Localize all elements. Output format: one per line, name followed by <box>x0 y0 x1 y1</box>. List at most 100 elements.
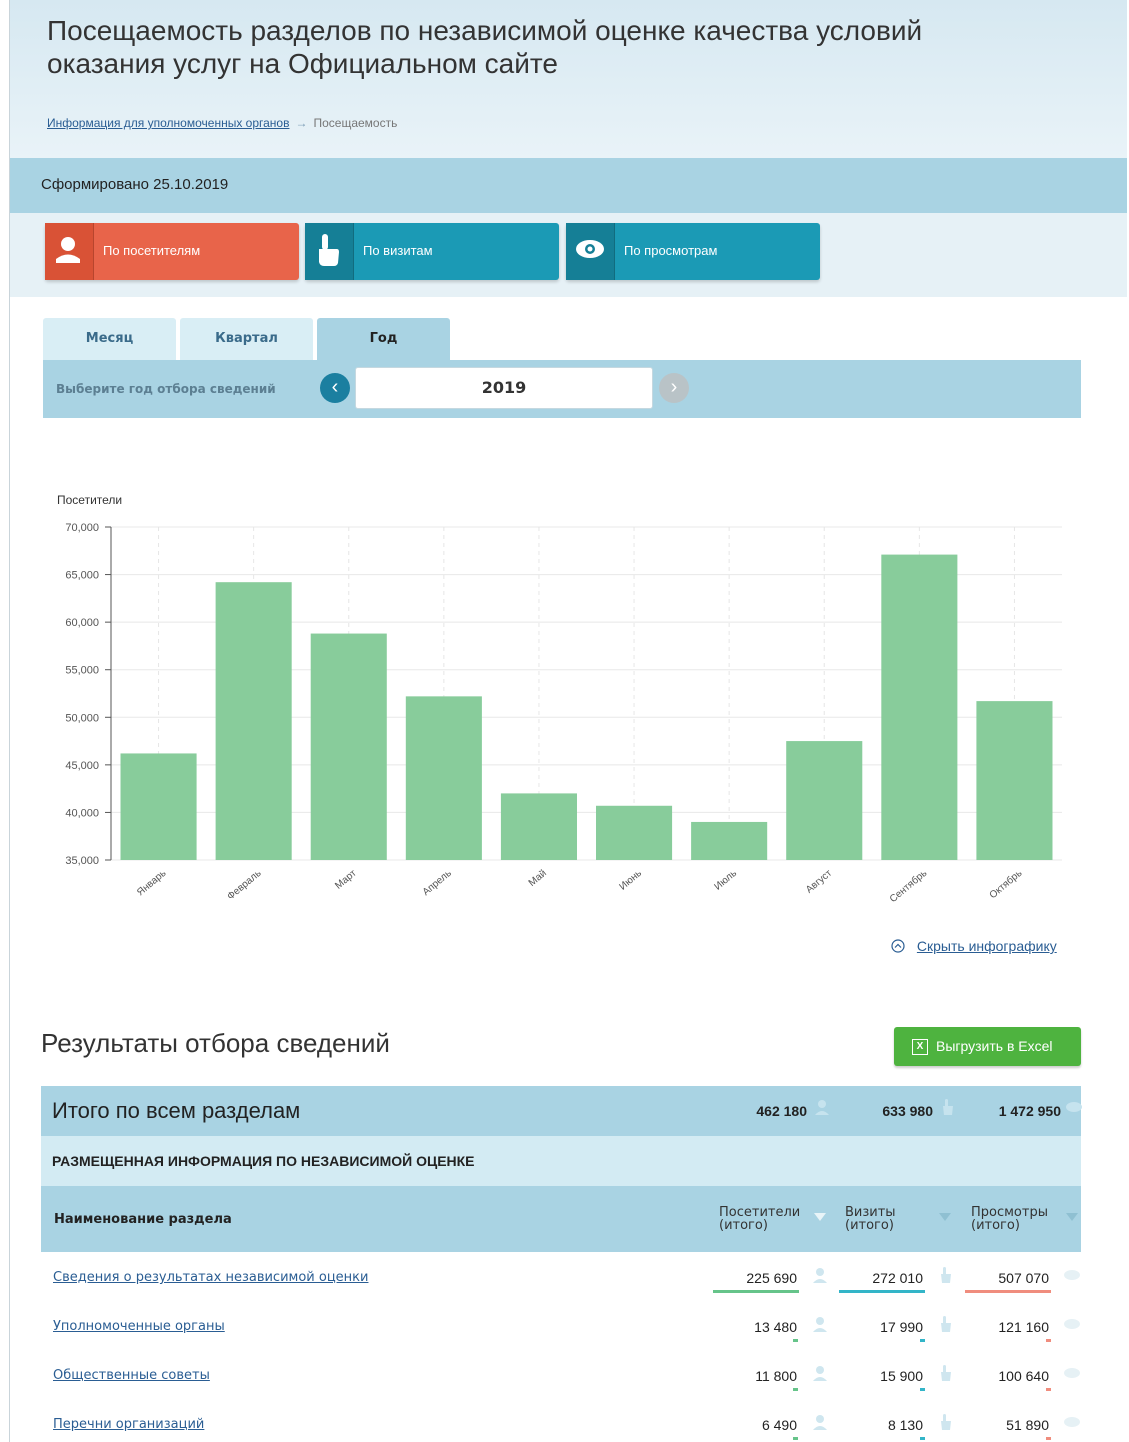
row-visits: 17 990 <box>880 1319 923 1335</box>
chart-bar <box>215 582 292 860</box>
row-visits: 272 010 <box>872 1270 923 1286</box>
page-title: Посещаемость разделов по независимой оце… <box>47 15 923 79</box>
y-tick-label: 45,000 <box>65 760 99 772</box>
row-views: 51 890 <box>1006 1417 1049 1433</box>
row-views: 121 160 <box>998 1319 1049 1335</box>
chart-bar <box>405 696 482 860</box>
person-icon <box>811 1315 829 1333</box>
tab-year[interactable]: Год <box>317 318 450 360</box>
section-link[interactable]: Сведения о результатах независимой оценк… <box>53 1270 368 1285</box>
col-views-subtitle: (итого) <box>971 1218 1020 1233</box>
visitors-chart: Посетители 35,000 40,000 45,000 50,000 55,000… <box>10 470 1127 920</box>
person-icon <box>811 1266 829 1284</box>
col-views-header[interactable]: Просмотры (итого) <box>971 1206 1048 1232</box>
sort-down-icon[interactable] <box>814 1213 826 1221</box>
x-tick-label: Октябрь <box>987 867 1024 901</box>
sort-down-icon[interactable] <box>1066 1213 1078 1221</box>
eye-icon <box>1063 1364 1081 1382</box>
mode-visits-label: По визитам <box>363 243 433 258</box>
eye-icon <box>1063 1413 1081 1431</box>
generated-date: Сформировано 25.10.2019 <box>41 176 229 193</box>
hand-pointer-icon <box>937 1266 955 1284</box>
views-share-bar <box>1046 1388 1051 1391</box>
mode-visits-button[interactable]: По визитам <box>305 223 559 280</box>
table-row: Перечни организаций 6 490 8 130 51 890 <box>41 1400 1081 1442</box>
eye-icon <box>1063 1266 1081 1284</box>
table-row: Сведения о результатах независимой оценк… <box>41 1253 1081 1303</box>
chart-bar <box>881 554 958 860</box>
y-tick-label: 35,000 <box>65 855 99 867</box>
views-share-bar <box>1046 1339 1051 1342</box>
mode-visitors-label: По посетителям <box>103 243 201 258</box>
row-visitors: 11 800 <box>755 1368 797 1384</box>
mode-views-label: По просмотрам <box>624 243 718 258</box>
x-tick-label: Август <box>804 868 834 896</box>
x-tick-label: Июнь <box>617 868 644 893</box>
section-link[interactable]: Общественные советы <box>53 1368 210 1383</box>
chevron-left-icon[interactable]: ‹ <box>320 373 350 403</box>
page: Посещаемость разделов по независимой оце… <box>10 0 1127 1442</box>
hand-pointer-icon <box>943 1099 953 1115</box>
section-link[interactable]: Уполномоченные органы <box>53 1319 225 1334</box>
y-tick-label: 60,000 <box>65 617 99 629</box>
person-icon <box>811 1413 829 1431</box>
total-visitors: 462 180 <box>756 1103 807 1119</box>
breadcrumb: Информация для уполномоченных органов → По… <box>47 116 397 130</box>
mode-views-button[interactable]: По просмотрам <box>566 223 820 280</box>
year-field[interactable]: 2019 <box>355 367 653 409</box>
section-link[interactable]: Перечни организаций <box>53 1417 204 1432</box>
y-tick-label: 65,000 <box>65 570 99 582</box>
export-excel-button[interactable]: X Выгрузить в Excel <box>894 1027 1081 1066</box>
generated-bar: Сформировано 25.10.2019 <box>10 158 1127 213</box>
year-filter-bar: Выберите год отбора сведений ‹ 2019 › <box>43 360 1081 418</box>
export-excel-label: Выгрузить в Excel <box>936 1038 1053 1054</box>
breadcrumb-current: Посещаемость <box>313 116 398 130</box>
visitors-share-bar <box>793 1339 798 1342</box>
visitors-share-bar <box>793 1388 798 1391</box>
x-tick-label: Март <box>333 868 359 892</box>
hand-pointer-icon <box>937 1364 955 1382</box>
col-visits-header[interactable]: Визиты (итого) <box>845 1206 896 1232</box>
visitors-share-bar <box>713 1290 799 1293</box>
tab-quarter[interactable]: Квартал <box>180 318 313 360</box>
chart-bar <box>310 633 387 860</box>
person-icon <box>815 1100 829 1115</box>
chart-bar <box>120 753 197 860</box>
chart-bar <box>976 701 1053 860</box>
total-row: Итого по всем разделам 462 180 633 980 1… <box>41 1086 1082 1136</box>
visits-share-bar <box>839 1290 925 1293</box>
visits-share-bar <box>920 1388 925 1391</box>
section-row: РАЗМЕЩЕННАЯ ИНФОРМАЦИЯ ПО НЕЗАВИСИМОЙ ОЦ… <box>41 1136 1081 1186</box>
hand-pointer-icon <box>937 1413 955 1431</box>
col-visitors-subtitle: (итого) <box>719 1218 768 1233</box>
chart-bar <box>691 821 768 860</box>
eye-icon <box>566 223 615 280</box>
hide-infographic-label: Скрыть инфографику <box>916 938 1057 954</box>
y-tick-label: 40,000 <box>65 807 99 819</box>
breadcrumb-arrow-icon: → <box>295 116 308 130</box>
views-share-bar <box>1046 1437 1051 1440</box>
chart-svg: Посетители 35,000 40,000 45,000 50,000 55,000… <box>57 493 1062 905</box>
row-visitors: 13 480 <box>754 1319 797 1335</box>
table-row: Уполномоченные органы 13 480 17 990 121 160 <box>41 1302 1081 1352</box>
chart-bar <box>500 793 577 860</box>
results-title: Результаты отбора сведений <box>41 1028 390 1058</box>
hide-infographic-link[interactable]: Скрыть инфографику <box>891 938 1057 954</box>
x-tick-label: Сентябрь <box>887 867 929 905</box>
hand-pointer-icon <box>305 223 354 280</box>
visits-share-bar <box>920 1339 925 1342</box>
tab-month[interactable]: Месяц <box>43 318 176 360</box>
x-tick-label: Январь <box>135 868 168 898</box>
chart-bar <box>596 805 673 860</box>
breadcrumb-link[interactable]: Информация для уполномоченных органов <box>47 116 289 130</box>
hand-pointer-icon <box>937 1315 955 1333</box>
chevron-right-icon[interactable]: › <box>659 373 689 403</box>
sort-down-icon[interactable] <box>939 1213 951 1221</box>
chart-bar <box>786 741 863 860</box>
col-visitors-header[interactable]: Посетители (итого) <box>719 1206 800 1232</box>
views-share-bar <box>965 1290 1051 1293</box>
eye-icon <box>1063 1315 1081 1333</box>
col-name-header: Наименование раздела <box>54 1212 232 1227</box>
mode-visitors-button[interactable]: По посетителям <box>45 223 299 280</box>
row-visits: 15 900 <box>880 1368 923 1384</box>
